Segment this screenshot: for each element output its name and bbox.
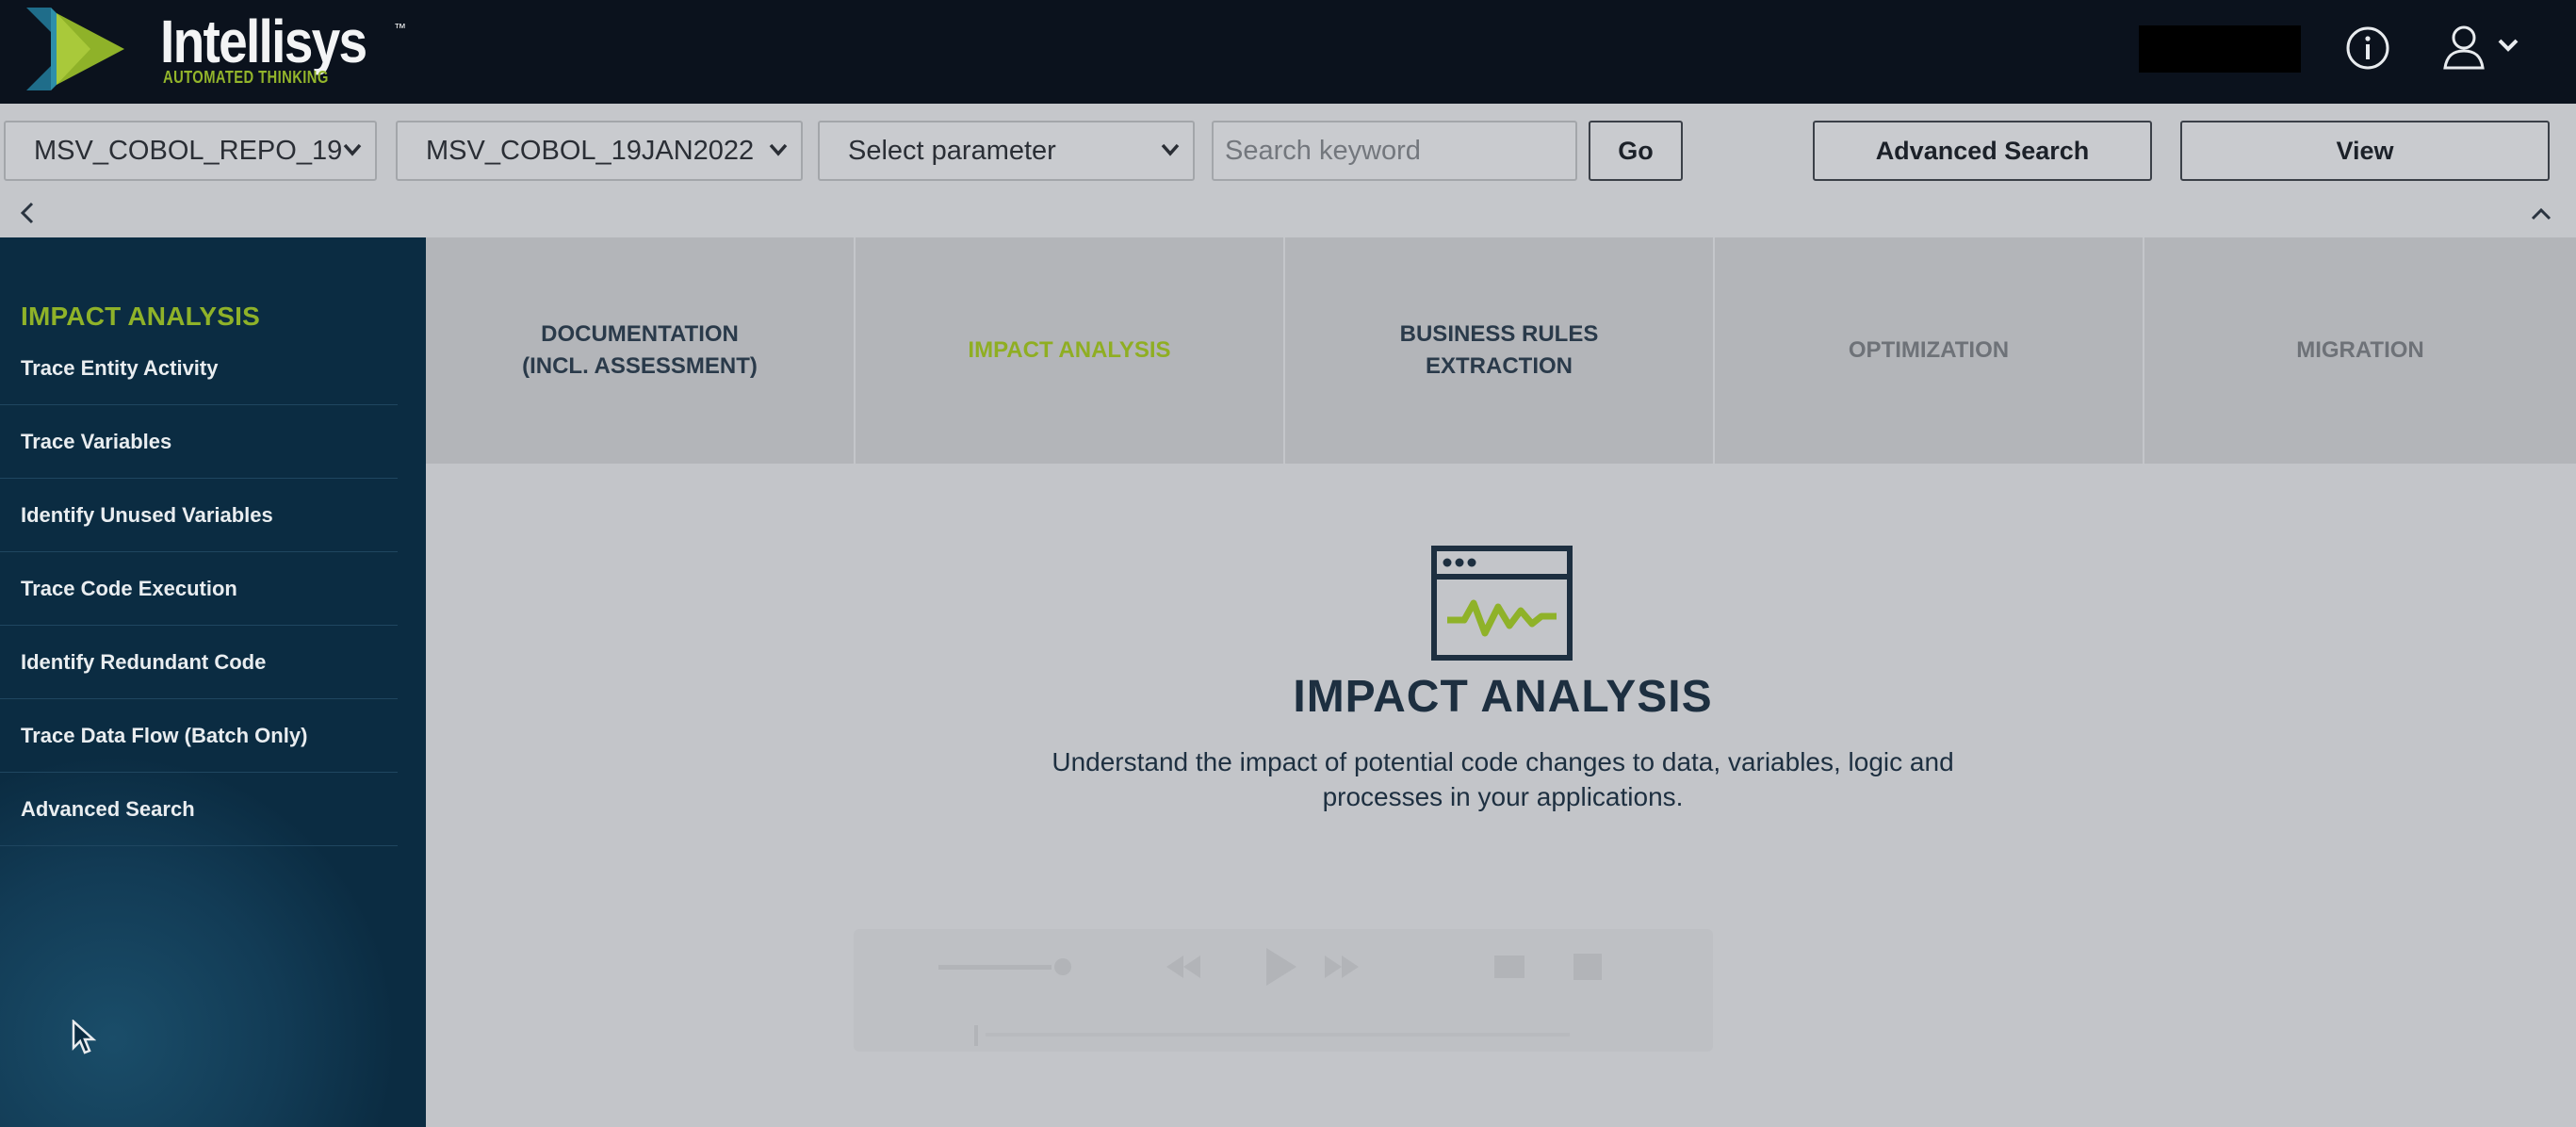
tab-migration[interactable]: MIGRATION: [2144, 237, 2576, 464]
redacted-area: [2139, 25, 2301, 73]
tab-label: OPTIMIZATION: [1848, 337, 2010, 363]
tab-label: MIGRATION: [2296, 337, 2424, 363]
parameter-select-value: Select parameter: [848, 136, 1056, 166]
brand-trademark: ™: [394, 21, 406, 35]
repository-select-value: MSV_COBOL_REPO_19JA: [34, 136, 341, 166]
chevron-down-icon: [343, 143, 362, 156]
hero-description: Understand the impact of potential code …: [1052, 747, 1954, 811]
user-icon[interactable]: [2440, 23, 2487, 72]
module-tabs: DOCUMENTATION (INCL. ASSESSMENT) IMPACT …: [426, 237, 2576, 464]
project-select[interactable]: MSV_COBOL_19JAN2022: [396, 121, 803, 181]
tab-label: DOCUMENTATION (INCL. ASSESSMENT): [522, 321, 758, 379]
sidebar-item-trace-data-flow[interactable]: Trace Data Flow (Batch Only): [0, 699, 398, 773]
project-select-value: MSV_COBOL_19JAN2022: [426, 136, 755, 166]
go-button[interactable]: Go: [1589, 121, 1683, 181]
sidebar-item-identify-unused-variables[interactable]: Identify Unused Variables: [0, 479, 398, 552]
info-icon[interactable]: [2344, 24, 2391, 72]
sidebar-title: IMPACT ANALYSIS: [21, 302, 260, 331]
chevron-down-icon[interactable]: [2497, 38, 2519, 53]
parameter-select[interactable]: Select parameter: [818, 121, 1195, 181]
sidebar-item-trace-entity-activity[interactable]: Trace Entity Activity: [0, 332, 398, 405]
logo-mark-icon: [26, 8, 124, 90]
brand-tagline: AUTOMATED THINKING: [163, 68, 329, 87]
browser-pulse-icon: [1431, 546, 1573, 661]
chevron-down-icon: [1161, 143, 1180, 156]
chevron-left-icon[interactable]: [17, 200, 38, 226]
app-header: Intellisys ™ AUTOMATED THINKING: [0, 0, 2576, 104]
sidebar: IMPACT ANALYSIS Trace Entity Activity Tr…: [0, 237, 426, 1127]
tab-business-rules-extraction[interactable]: BUSINESS RULES EXTRACTION: [1285, 237, 1715, 464]
brand-name: Intellisys: [160, 8, 367, 75]
tab-label: BUSINESS RULES EXTRACTION: [1399, 321, 1599, 379]
hero-title: IMPACT ANALYSIS: [1293, 672, 1713, 722]
player-controls: [938, 948, 1602, 1046]
search-input[interactable]: [1212, 121, 1577, 181]
advanced-search-button[interactable]: Advanced Search: [1813, 121, 2152, 181]
chevron-down-icon: [769, 143, 788, 156]
sidebar-item-trace-variables[interactable]: Trace Variables: [0, 405, 398, 479]
sidebar-item-identify-redundant-code[interactable]: Identify Redundant Code: [0, 626, 398, 699]
view-button[interactable]: View: [2180, 121, 2550, 181]
tab-optimization[interactable]: OPTIMIZATION: [1715, 237, 2144, 464]
sidebar-item-trace-code-execution[interactable]: Trace Code Execution: [0, 552, 398, 626]
tab-impact-analysis[interactable]: IMPACT ANALYSIS: [856, 237, 1285, 464]
tab-label: IMPACT ANALYSIS: [968, 337, 1171, 363]
chevron-up-icon[interactable]: [2529, 205, 2553, 222]
mouse-cursor-icon: [72, 1020, 96, 1054]
sidebar-menu: Trace Entity Activity Trace Variables Id…: [0, 332, 426, 846]
tab-documentation[interactable]: DOCUMENTATION (INCL. ASSESSMENT): [426, 237, 856, 464]
video-player-overlay: [854, 929, 1713, 1052]
repository-select[interactable]: MSV_COBOL_REPO_19JA: [4, 121, 377, 181]
sidebar-item-advanced-search[interactable]: Advanced Search: [0, 773, 398, 846]
